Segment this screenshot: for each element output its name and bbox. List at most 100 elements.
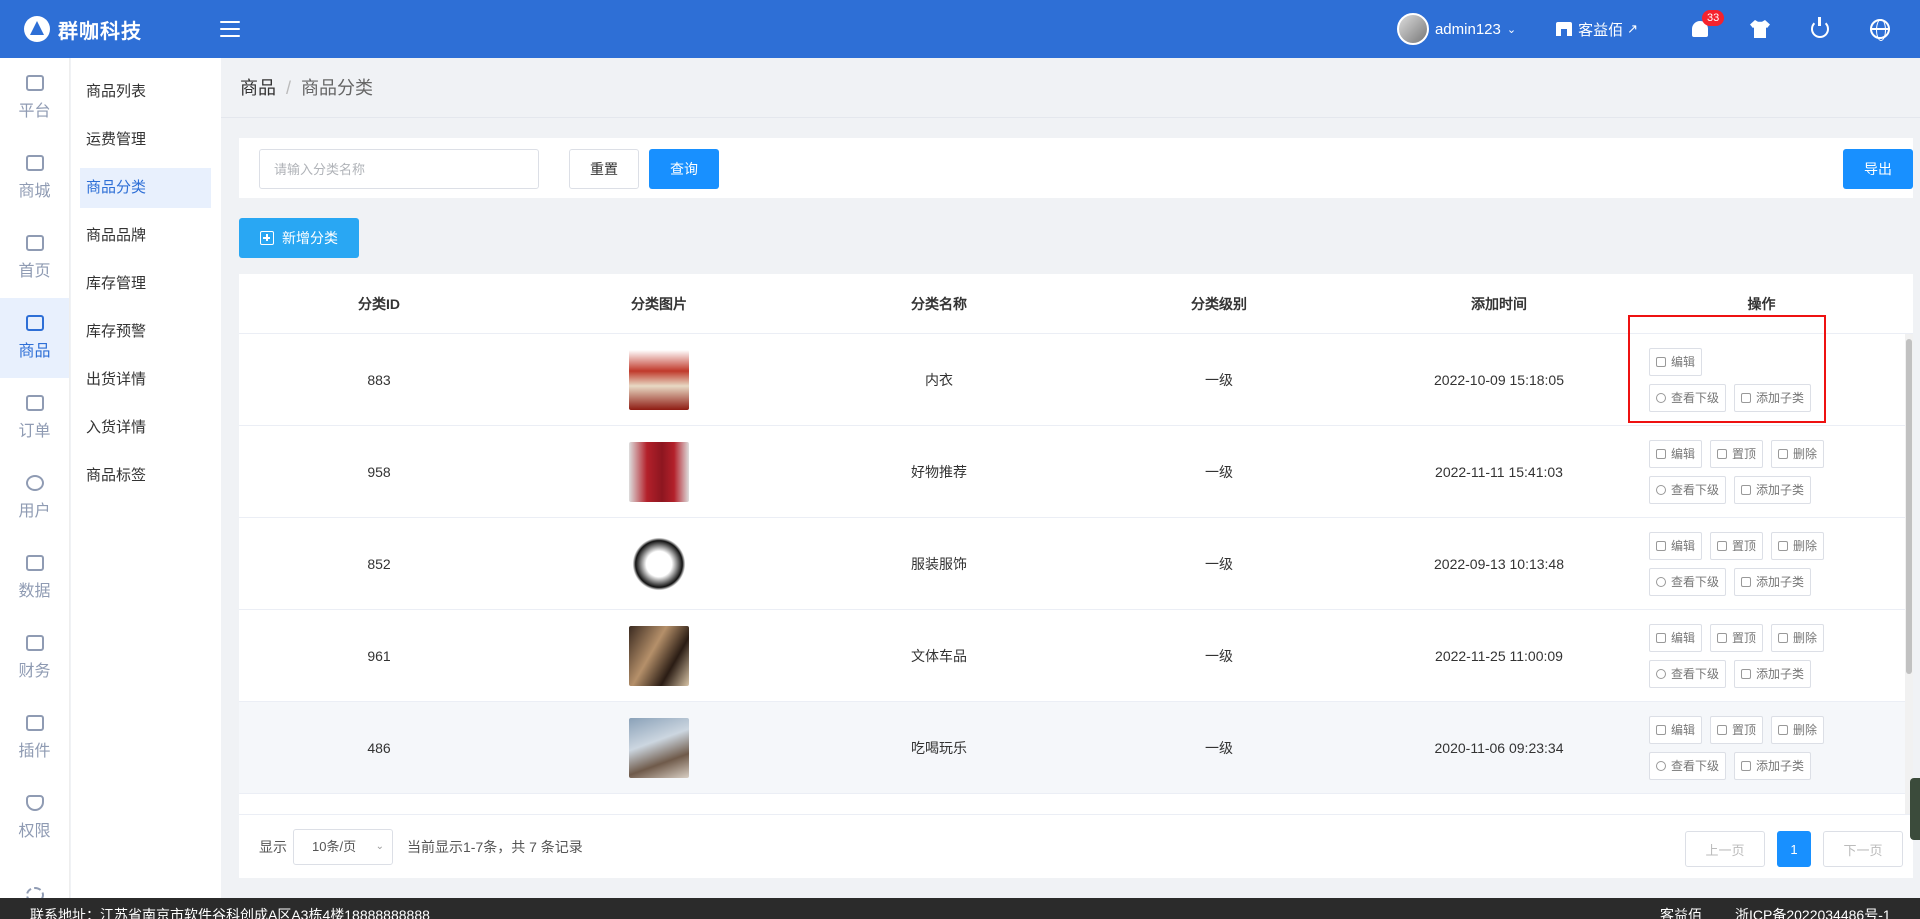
op-label: 编辑 xyxy=(1671,539,1696,553)
category-image-cell xyxy=(519,625,799,686)
chart-icon xyxy=(25,555,44,571)
table-scrollbar[interactable] xyxy=(1905,334,1913,814)
rail-label: 权限 xyxy=(18,823,51,840)
next-page-button[interactable]: 下一页 xyxy=(1823,831,1903,867)
scroll-thumb[interactable] xyxy=(1906,339,1912,674)
prev-page-button[interactable]: 上一页 xyxy=(1685,831,1765,867)
add-child-button[interactable]: 添加子类 xyxy=(1734,567,1812,596)
edit-button[interactable]: 编辑 xyxy=(1649,623,1703,652)
pin-top-button[interactable]: 置顶 xyxy=(1710,531,1764,560)
category-id: 883 xyxy=(367,371,391,388)
chevron-down-icon: ⌄ xyxy=(1506,23,1517,36)
submenu-item-tags[interactable]: 商品标签 xyxy=(80,456,211,496)
eye-icon xyxy=(1656,484,1666,495)
page-1-button[interactable]: 1 xyxy=(1777,831,1811,867)
pin-top-button[interactable]: 置顶 xyxy=(1710,715,1764,744)
rail-item-finance[interactable]: 财务 xyxy=(0,618,69,698)
export-button[interactable]: 导出 xyxy=(1843,149,1913,189)
add-child-button[interactable]: 添加子类 xyxy=(1734,383,1812,412)
pin-top-button[interactable]: 置顶 xyxy=(1710,623,1764,652)
eye-icon xyxy=(1656,576,1666,587)
plus-square-icon xyxy=(1741,484,1752,495)
rail-item-platform[interactable]: 平台 xyxy=(0,58,69,138)
page-size-select[interactable]: 10条/页 ⌄ xyxy=(293,829,393,865)
add-child-button[interactable]: 添加子类 xyxy=(1734,475,1812,504)
user-icon xyxy=(25,475,44,491)
side-handle[interactable] xyxy=(1910,778,1920,840)
submenu-item-stock-alert[interactable]: 库存预警 xyxy=(80,312,211,352)
op-label: 查看下级 xyxy=(1671,391,1720,405)
edit-button[interactable]: 编辑 xyxy=(1649,439,1703,468)
view-children-button[interactable]: 查看下级 xyxy=(1649,383,1727,412)
view-children-button[interactable]: 查看下级 xyxy=(1649,475,1727,504)
delete-button[interactable]: 删除 xyxy=(1771,531,1825,560)
category-id: 486 xyxy=(367,739,391,756)
query-button[interactable]: 查询 xyxy=(649,149,719,189)
trash-icon xyxy=(1778,724,1789,735)
rail-item-goods[interactable]: 商品 xyxy=(0,298,69,378)
avatar xyxy=(1396,13,1429,45)
external-link-icon: ↗ xyxy=(1627,21,1638,36)
op-label: 删除 xyxy=(1793,631,1818,645)
rail-item-plugins[interactable]: 插件 xyxy=(0,698,69,778)
logout-button[interactable] xyxy=(1790,0,1850,58)
submenu-item-brand[interactable]: 商品品牌 xyxy=(80,216,211,256)
arrow-up-icon xyxy=(1717,724,1728,735)
breadcrumb-root[interactable]: 商品 xyxy=(240,78,276,98)
submenu-item-goods-list[interactable]: 商品列表 xyxy=(80,72,211,112)
submenu-item-inbound[interactable]: 入货详情 xyxy=(80,408,211,448)
store-link[interactable]: 客益佰 ↗ xyxy=(1556,19,1638,40)
row-actions: 编辑 查看下级 添加子类 xyxy=(1639,347,1884,412)
category-time: 2022-11-11 15:41:03 xyxy=(1435,463,1563,480)
rail-item-orders[interactable]: 订单 xyxy=(0,378,69,458)
add-category-button[interactable]: 新增分类 xyxy=(239,218,359,258)
submenu-item-category[interactable]: 商品分类 xyxy=(80,168,211,208)
edit-button[interactable]: 编辑 xyxy=(1649,715,1703,744)
sub-menu: 商品列表 运费管理 商品分类 商品品牌 库存管理 库存预警 出货详情 入货详情 … xyxy=(71,58,221,898)
notification-button[interactable]: 33 xyxy=(1670,0,1730,58)
logo[interactable]: 群咖科技 xyxy=(24,15,208,44)
rail-item-permissions[interactable]: 权限 xyxy=(0,778,69,858)
table-row: 852 服装服饰 一级 2022-09-13 10:13:48 编辑 置顶 删除… xyxy=(239,518,1913,610)
plus-icon xyxy=(260,231,274,245)
footer-icp[interactable]: 浙ICP备2022034486号-1 xyxy=(1735,898,1891,919)
edit-button[interactable]: 编辑 xyxy=(1649,347,1703,376)
view-children-button[interactable]: 查看下级 xyxy=(1649,659,1727,688)
view-children-button[interactable]: 查看下级 xyxy=(1649,567,1727,596)
edit-button[interactable]: 编辑 xyxy=(1649,531,1703,560)
store-icon xyxy=(25,155,44,171)
edit-icon xyxy=(1656,632,1666,643)
category-image-cell xyxy=(519,533,799,594)
breadcrumb-current: 商品分类 xyxy=(301,78,374,98)
theme-button[interactable] xyxy=(1730,0,1790,58)
store-name: 客益佰 xyxy=(1578,21,1624,39)
add-child-button[interactable]: 添加子类 xyxy=(1734,751,1812,780)
submenu-item-stock[interactable]: 库存管理 xyxy=(80,264,211,304)
rail-item-users[interactable]: 用户 xyxy=(0,458,69,538)
rail-item-mall[interactable]: 商城 xyxy=(0,138,69,218)
op-label: 添加子类 xyxy=(1756,759,1805,773)
submenu-item-outbound[interactable]: 出货详情 xyxy=(80,360,211,400)
col-header: 分类ID xyxy=(358,295,400,312)
user-menu[interactable]: admin123 ⌄ xyxy=(1396,13,1517,45)
category-name: 服装服饰 xyxy=(911,555,967,572)
menu-toggle-icon[interactable] xyxy=(220,21,240,37)
reset-button[interactable]: 重置 xyxy=(569,149,639,189)
submenu-item-shipping[interactable]: 运费管理 xyxy=(80,120,211,160)
rail-item-data[interactable]: 数据 xyxy=(0,538,69,618)
header-actions: admin123 ⌄ 客益佰 ↗ 33 xyxy=(1396,0,1920,58)
delete-button[interactable]: 删除 xyxy=(1771,715,1825,744)
pin-top-button[interactable]: 置顶 xyxy=(1710,439,1764,468)
rail-item-home[interactable]: 首页 xyxy=(0,218,69,298)
view-children-button[interactable]: 查看下级 xyxy=(1649,751,1727,780)
delete-button[interactable]: 删除 xyxy=(1771,439,1825,468)
delete-button[interactable]: 删除 xyxy=(1771,623,1825,652)
category-name: 好物推荐 xyxy=(911,463,967,480)
category-search-input[interactable] xyxy=(259,149,539,189)
op-label: 添加子类 xyxy=(1756,575,1805,589)
language-button[interactable] xyxy=(1850,0,1910,58)
rail-item-settings[interactable] xyxy=(0,858,69,898)
add-child-button[interactable]: 添加子类 xyxy=(1734,659,1812,688)
eye-icon xyxy=(1656,392,1666,403)
rail-label: 订单 xyxy=(18,423,51,440)
